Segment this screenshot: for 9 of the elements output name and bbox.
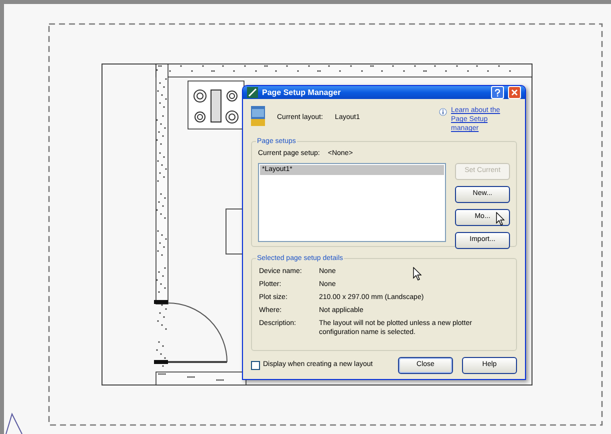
pointer-icon [413, 267, 422, 281]
info-icon [439, 108, 447, 116]
help-icon[interactable] [491, 86, 504, 99]
pointer-icon [496, 212, 505, 226]
document-icon [251, 106, 265, 126]
display-checkbox[interactable] [251, 361, 260, 370]
app-icon [247, 87, 258, 98]
window-title: Page Setup Manager [262, 86, 341, 98]
close-icon[interactable] [508, 86, 521, 99]
